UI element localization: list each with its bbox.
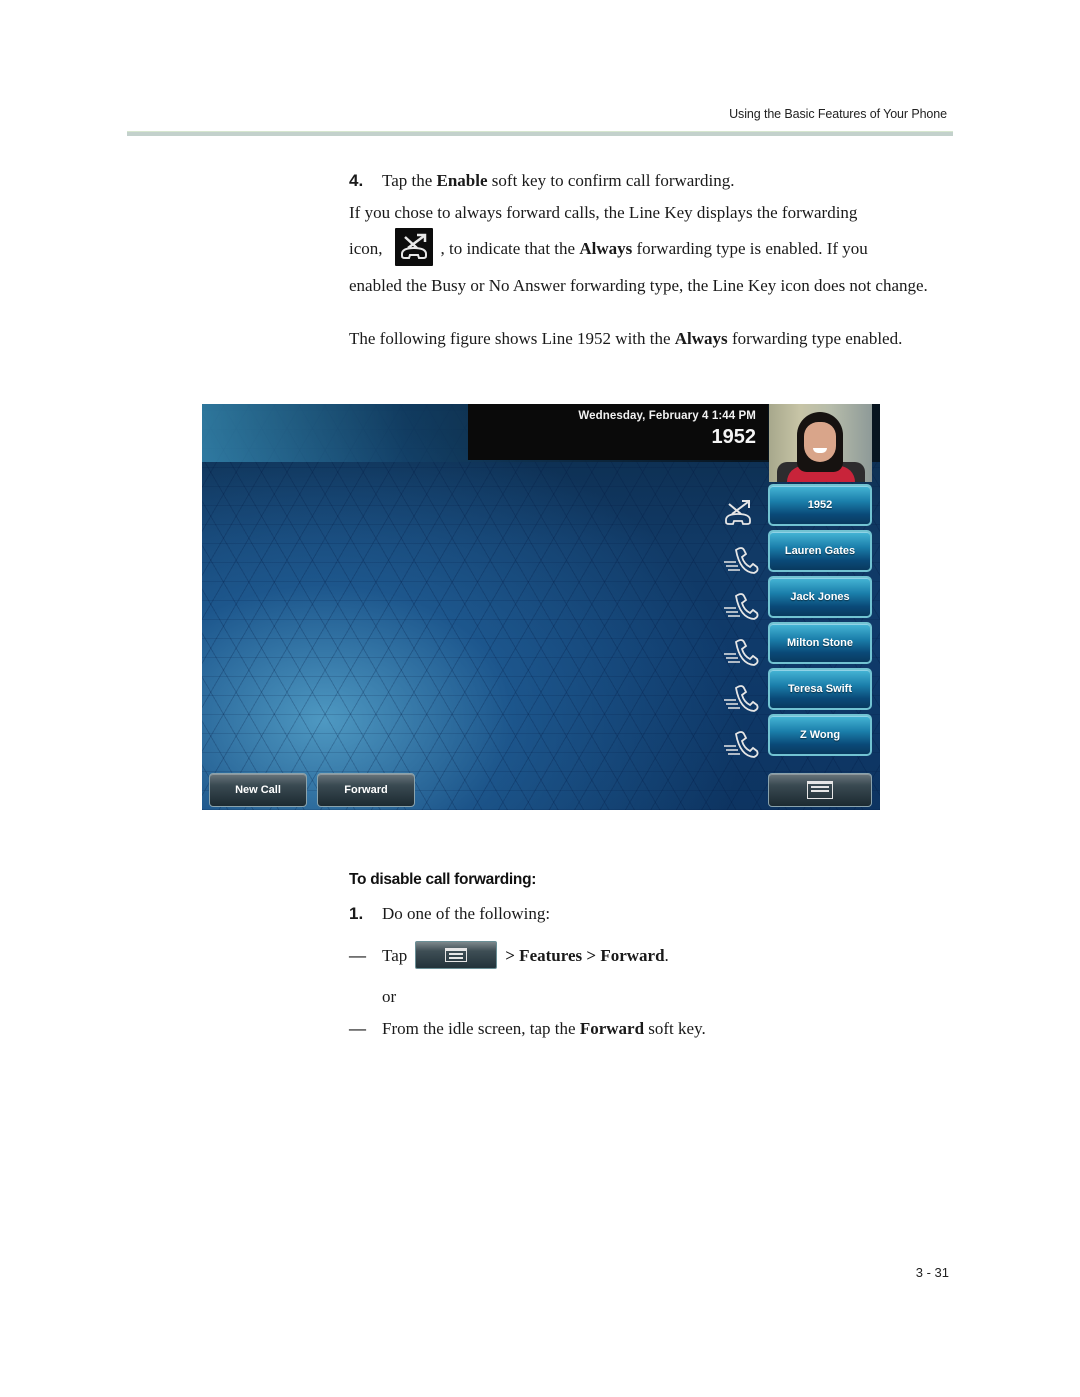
line-key-row: Lauren Gates	[712, 530, 872, 576]
call-forward-always-icon	[394, 228, 433, 266]
line-key-row: 1952	[712, 484, 872, 530]
paragraph-text: forwarding type is enabled. If you	[632, 238, 868, 258]
running-header: Using the Basic Features of Your Phone	[729, 107, 947, 121]
line-number: 1952	[711, 426, 757, 448]
line-key-jack-jones[interactable]: Jack Jones	[768, 576, 872, 618]
paragraph-figure-intro: The following figure shows Line 1952 wit…	[349, 328, 949, 349]
paragraph-forward-icon-rest: enabled the Busy or No Answer forwarding…	[349, 275, 949, 296]
always-keyword: Always	[579, 238, 633, 258]
line-keys: 1952 Lauren Gates Jack Jones Milton Ston…	[712, 484, 872, 760]
list-dash: —	[349, 946, 366, 965]
enable-keyword: Enable	[436, 171, 488, 190]
always-keyword: Always	[674, 329, 728, 348]
tap-text: Tap	[382, 946, 408, 965]
step-4: 4. Tap the Enable soft key to confirm cal…	[349, 170, 949, 191]
line-key-lauren-gates[interactable]: Lauren Gates	[768, 530, 872, 572]
step-text-end: soft key to confirm call forwarding.	[487, 171, 735, 190]
photo-face	[804, 422, 836, 462]
speed-dial-handset-icon	[724, 593, 759, 620]
line-key-row: Z Wong	[712, 714, 872, 760]
speed-dial-handset-icon	[724, 639, 759, 666]
paragraph-text: enabled the Busy or No Answer forwarding…	[349, 276, 928, 295]
line-key-teresa-swift[interactable]: Teresa Swift	[768, 668, 872, 710]
speed-dial-handset-icon	[724, 731, 759, 758]
section-heading: To disable call forwarding:	[349, 871, 537, 888]
menu-softkey[interactable]	[768, 773, 872, 807]
date-time: Wednesday, February 4 1:44 PM	[578, 410, 756, 422]
phone-screen-figure: Wednesday, February 4 1:44 PM 1952 1952	[202, 404, 880, 810]
period: .	[664, 946, 669, 965]
paragraph-text: forwarding type enabled.	[727, 329, 903, 348]
paragraph-forward-icon-line2: icon, , to indicate that the Always forw…	[349, 228, 949, 269]
paragraph-text: If you chose to always forward calls, th…	[349, 203, 858, 222]
call-forward-always-icon	[725, 500, 751, 525]
paragraph-forward-icon-line1: If you chose to always forward calls, th…	[349, 202, 949, 223]
option-text: soft key.	[644, 1019, 706, 1038]
menu-button-image	[415, 941, 498, 970]
disable-step-1: 1. Do one of the following:	[349, 903, 949, 924]
menu-icon	[445, 948, 468, 963]
new-call-softkey[interactable]: New Call	[209, 773, 307, 807]
header-rule	[127, 131, 953, 136]
status-bar: Wednesday, February 4 1:44 PM 1952	[468, 404, 768, 460]
step-text: Tap the	[382, 171, 437, 190]
paragraph-text: The following figure shows Line 1952 wit…	[349, 329, 675, 348]
page-number: 3 - 31	[915, 1265, 949, 1280]
forward-softkey[interactable]: Forward	[317, 773, 415, 807]
option-tap-menu: — Tap > Features > Forward.	[349, 941, 949, 971]
speed-dial-handset-icon	[724, 685, 759, 712]
step-text: Do one of the following:	[382, 904, 551, 923]
speed-dial-handset-icon	[724, 547, 759, 574]
line-key-1952[interactable]: 1952	[768, 484, 872, 526]
or-text: or	[382, 987, 397, 1006]
icon-prefix-text: icon,	[349, 238, 383, 258]
step-number: 4.	[349, 171, 364, 190]
line-key-milton-stone[interactable]: Milton Stone	[768, 622, 872, 664]
step-number: 1.	[349, 904, 364, 923]
line-key-row: Jack Jones	[712, 576, 872, 622]
paragraph-text: , to indicate that the	[440, 238, 580, 258]
list-dash: —	[349, 1019, 366, 1038]
menu-icon	[807, 781, 833, 799]
contact-photo	[769, 404, 872, 482]
line-key-row: Milton Stone	[712, 622, 872, 668]
features-forward-path: > Features > Forward	[505, 946, 665, 965]
forward-keyword: Forward	[579, 1019, 645, 1038]
line-key-row: Teresa Swift	[712, 668, 872, 714]
option-idle-forward: — From the idle screen, tap the Forward s…	[349, 1018, 949, 1039]
line-key-z-wong[interactable]: Z Wong	[768, 714, 872, 756]
option-text: From the idle screen, tap the	[382, 1019, 580, 1038]
